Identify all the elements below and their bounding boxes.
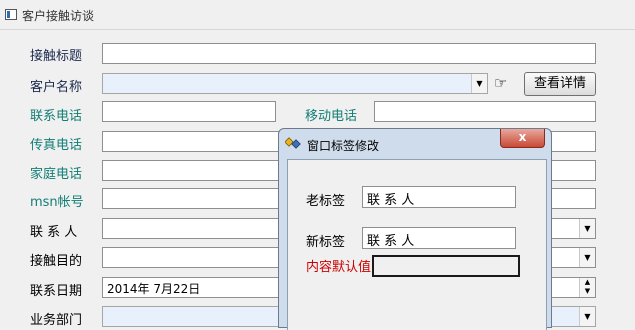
dialog-app-icon: [285, 137, 301, 149]
contact-person-label: 联 系 人: [30, 225, 78, 240]
time-stepper[interactable]: ▲ ▼: [551, 277, 596, 298]
spin-updown-icon[interactable]: ▲ ▼: [579, 278, 595, 297]
chevron-down-icon[interactable]: ▼: [579, 307, 595, 326]
window-titlebar: 客户接触访谈: [0, 0, 635, 30]
contact-date-picker[interactable]: 2014年 7月22日: [102, 277, 282, 298]
contact-title-label: 接触标题: [30, 49, 83, 64]
new-label-caption: 新标签: [306, 235, 346, 250]
fax-label: 传真电话: [30, 138, 83, 153]
default-value-input[interactable]: [372, 255, 520, 277]
chevron-down-icon[interactable]: ▼: [471, 74, 487, 93]
customer-name-select[interactable]: ▼: [102, 73, 488, 94]
dialog-body: 老标签 联 系 人 新标签 联 系 人 内容默认值: [287, 159, 547, 330]
phone-label: 联系电话: [30, 109, 83, 124]
msn-label: msn帐号: [30, 195, 84, 210]
pointing-hand-icon[interactable]: ☞: [494, 75, 507, 91]
contact-title-input[interactable]: [102, 43, 596, 64]
mobile-label: 移动电话: [305, 109, 358, 124]
old-label-input[interactable]: 联 系 人: [362, 186, 516, 208]
close-icon: x: [518, 130, 527, 144]
new-label-input[interactable]: 联 系 人: [362, 227, 516, 249]
chevron-down-icon[interactable]: ▼: [579, 248, 595, 267]
phone-input[interactable]: [102, 101, 276, 122]
contact-date-value: 2014年 7月22日: [107, 282, 201, 296]
mobile-input[interactable]: [374, 101, 596, 122]
label-edit-dialog: 窗口标签修改 x 老标签 联 系 人 新标签 联 系 人 内容默认值: [278, 128, 552, 330]
view-details-button[interactable]: 查看详情: [524, 72, 596, 96]
purpose-label: 接触目的: [30, 254, 83, 269]
window-title: 客户接触访谈: [22, 9, 95, 23]
department-label: 业务部门: [30, 313, 83, 328]
home-phone-label: 家庭电话: [30, 167, 83, 182]
default-value-label: 内容默认值: [306, 260, 372, 275]
chevron-down-icon[interactable]: ▼: [579, 219, 595, 238]
dialog-title: 窗口标签修改: [307, 139, 380, 153]
close-button[interactable]: x: [500, 129, 545, 148]
app-icon: [5, 9, 17, 20]
contact-date-label: 联系日期: [30, 284, 83, 299]
customer-name-label: 客户名称: [30, 80, 83, 95]
old-label-caption: 老标签: [306, 194, 346, 209]
